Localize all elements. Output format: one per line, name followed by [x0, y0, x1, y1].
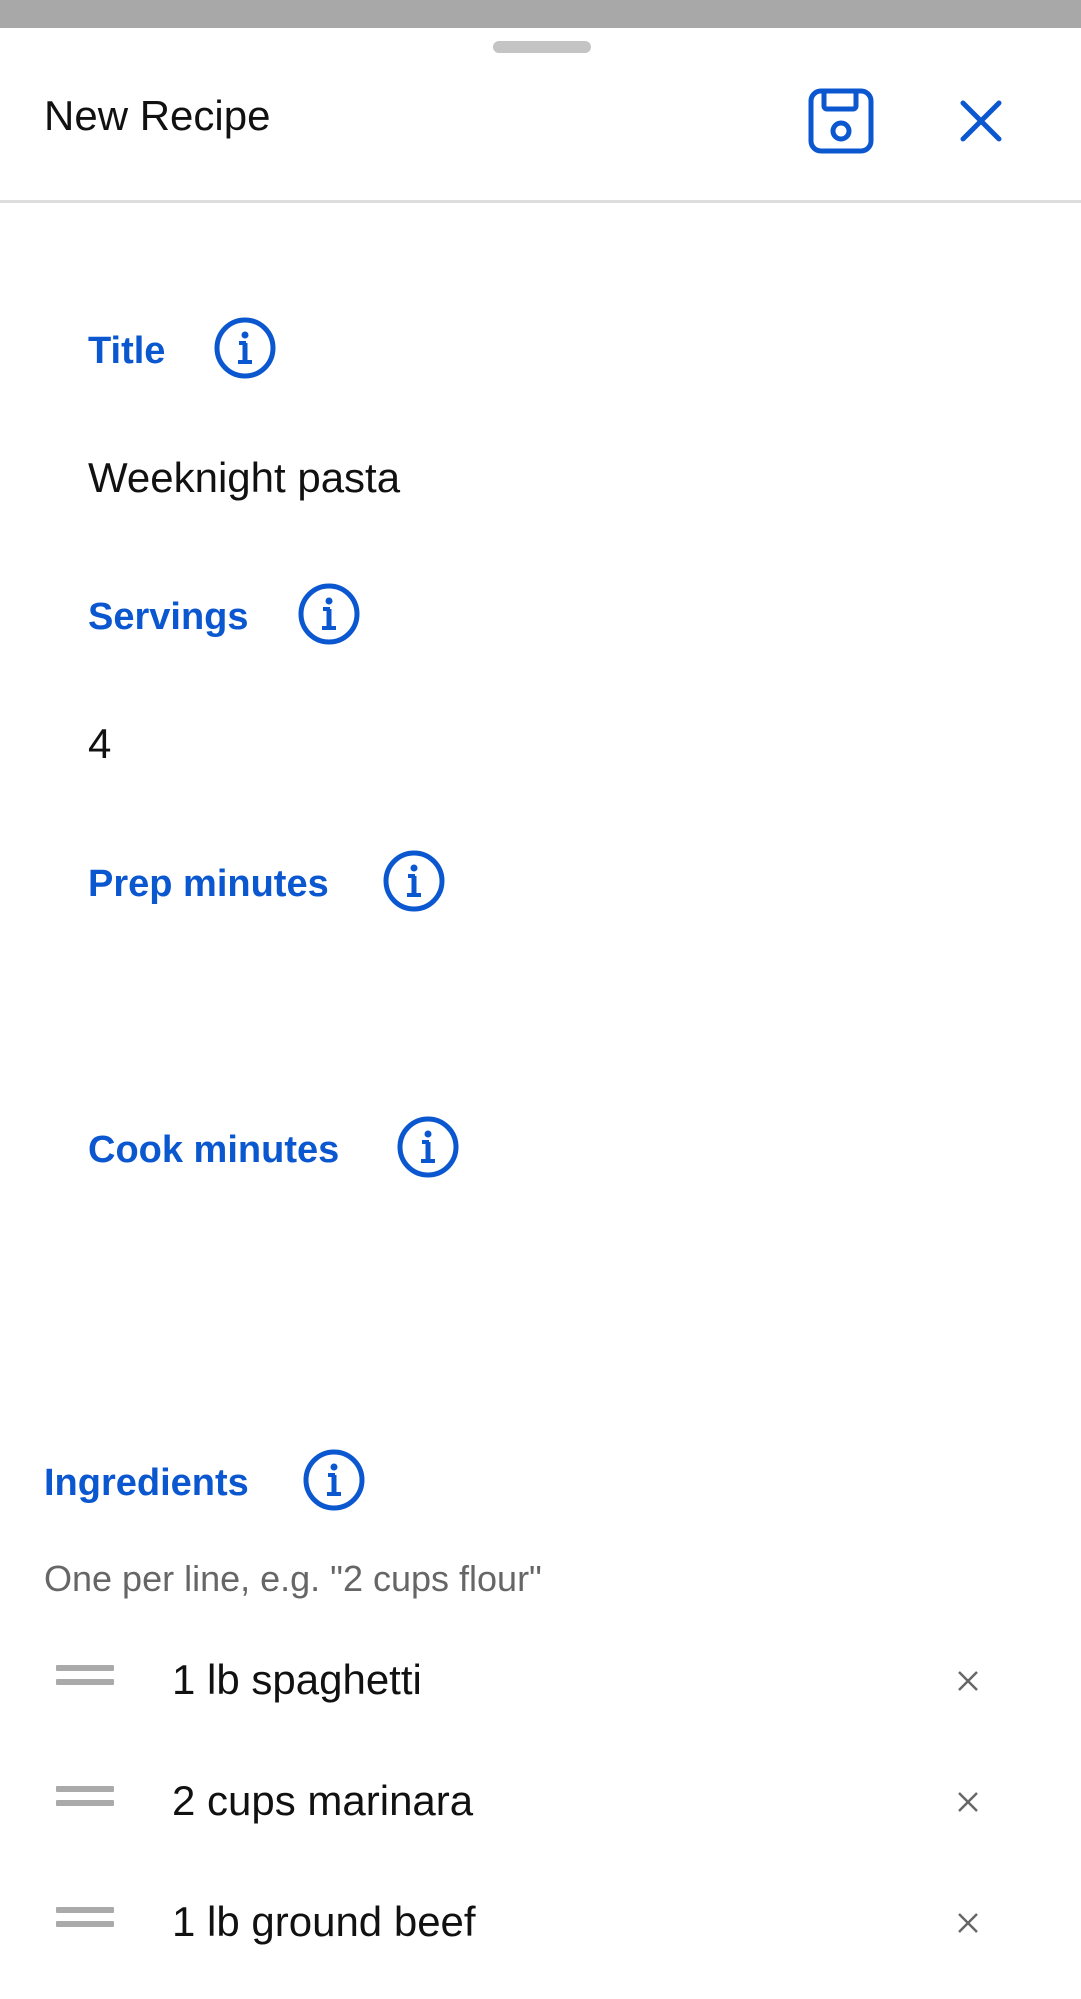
remove-ingredient-button[interactable]	[944, 1778, 992, 1826]
drag-handle-icon[interactable]	[56, 1907, 114, 1937]
close-icon	[960, 100, 1002, 142]
ingredients-hint: One per line, e.g. "2 cups flour"	[44, 1558, 542, 1599]
ingredient-input[interactable]: 1 lb ground beef	[172, 1897, 476, 1947]
ingredient-input[interactable]: 1 lb spaghetti	[172, 1655, 422, 1705]
prep-minutes-label: Prep minutes	[88, 863, 329, 905]
recipe-sheet: New Recipe Title Weeknight pasta Serving…	[0, 28, 1081, 1999]
save-icon	[808, 88, 874, 154]
cook-minutes-info-icon[interactable]	[396, 1115, 460, 1179]
close-button[interactable]	[945, 85, 1017, 157]
cook-minutes-label: Cook minutes	[88, 1129, 340, 1171]
title-label: Title	[88, 330, 166, 372]
servings-label: Servings	[88, 596, 249, 638]
close-icon	[958, 1671, 978, 1691]
prep-minutes-info-icon[interactable]	[382, 849, 446, 913]
ingredients-info-icon[interactable]	[302, 1448, 366, 1512]
drag-handle-icon[interactable]	[56, 1786, 114, 1816]
ingredient-input[interactable]: 2 cups marinara	[172, 1776, 473, 1826]
remove-ingredient-button[interactable]	[944, 1899, 992, 1947]
ingredient-row: 1 lb ground beef	[0, 1873, 1081, 1973]
status-bar-backdrop	[0, 0, 1081, 28]
sheet-header: New Recipe	[0, 28, 1081, 203]
page-title: New Recipe	[44, 92, 271, 139]
save-button[interactable]	[800, 80, 882, 162]
drag-handle-icon[interactable]	[56, 1665, 114, 1695]
title-info-icon[interactable]	[213, 316, 277, 380]
close-icon	[958, 1913, 978, 1933]
servings-input[interactable]: 4	[88, 719, 988, 769]
servings-info-icon[interactable]	[297, 582, 361, 646]
title-input[interactable]: Weeknight pasta	[88, 453, 988, 503]
remove-ingredient-button[interactable]	[944, 1657, 992, 1705]
ingredient-row: 2 cups marinara	[0, 1752, 1081, 1852]
ingredient-row: 1 lb spaghetti	[0, 1631, 1081, 1731]
close-icon	[958, 1792, 978, 1812]
ingredients-label: Ingredients	[44, 1462, 249, 1504]
